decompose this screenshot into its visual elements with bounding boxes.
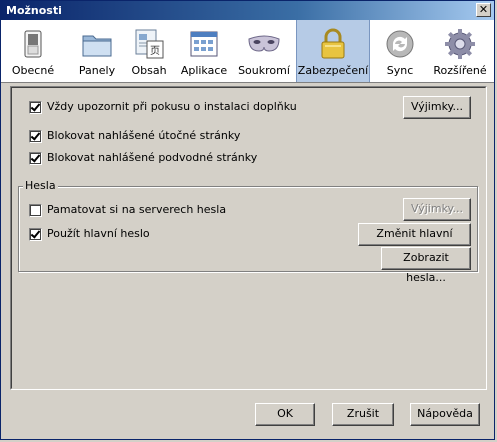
tab-sync[interactable]: Sync [375,20,425,82]
show-passwords-button[interactable]: Zobrazit hesla... [381,247,471,284]
tab-label: Sync [386,64,414,77]
tab-soukromi[interactable]: Soukromí [237,20,291,82]
tab-obsah[interactable]: 页 Obsah [127,20,171,82]
remember-passwords-label: Pamatovat si na serverech hesla [47,203,227,216]
tab-label: Obecné [11,64,55,77]
passwords-group-title: Hesla [23,179,58,192]
title-bar[interactable]: Možnosti ✕ [1,1,494,20]
tab-label: Obsah [131,64,167,77]
padlock-icon [321,28,345,59]
window-title: Možnosti [6,4,62,17]
warn-addons-checkbox[interactable] [29,101,42,114]
svg-text:页: 页 [150,45,160,57]
category-toolbar: Obecné Panely 页 Obsah Aplikace Soukromí … [1,20,494,83]
ok-button[interactable]: OK [255,403,315,426]
switch-icon [24,30,42,58]
page-content-icon: 页 [135,29,164,59]
tab-label: Zabezpečení [297,64,369,77]
password-exceptions-button[interactable]: Výjimky... [403,198,471,221]
change-master-password-button[interactable]: Změnit hlavní heslo... [358,223,471,260]
tab-label: Soukromí [238,64,290,77]
options-dialog: Možnosti ✕ Obecné Panely 页 Obsah Aplikac… [0,0,495,440]
help-button[interactable]: Nápověda [410,403,480,426]
block-forgery-checkbox[interactable] [29,152,42,165]
tab-aplikace[interactable]: Aplikace [179,20,229,82]
close-button[interactable]: ✕ [476,3,491,17]
block-attack-checkbox[interactable] [29,130,42,143]
block-forgery-label: Blokovat nahlášené podvodné stránky [47,151,258,164]
master-password-label: Použít hlavní heslo [47,227,150,240]
tab-label: Panely [78,64,116,77]
addon-exceptions-button[interactable]: Výjimky... [403,96,471,119]
mask-icon [248,35,280,52]
warn-addons-label: Vždy upozornit při pokusu o instalaci do… [47,100,297,113]
folder-tabs-icon [82,35,112,57]
tab-rozsirene[interactable]: Rozšířené [429,20,491,82]
cancel-button[interactable]: Zrušit [332,403,394,426]
gear-icon [445,29,475,59]
block-attack-label: Blokovat nahlášené útočné stránky [47,129,241,142]
tab-label: Aplikace [180,64,228,77]
master-password-checkbox[interactable] [29,228,42,241]
applications-icon [190,31,218,57]
tab-zabezpeceni[interactable]: Zabezpečení [296,20,370,82]
tab-label: Rozšířené [433,64,487,77]
tab-panely[interactable]: Panely [75,20,119,82]
tab-obecne[interactable]: Obecné [11,20,55,82]
remember-passwords-checkbox[interactable] [29,204,42,217]
sync-icon [386,30,414,58]
